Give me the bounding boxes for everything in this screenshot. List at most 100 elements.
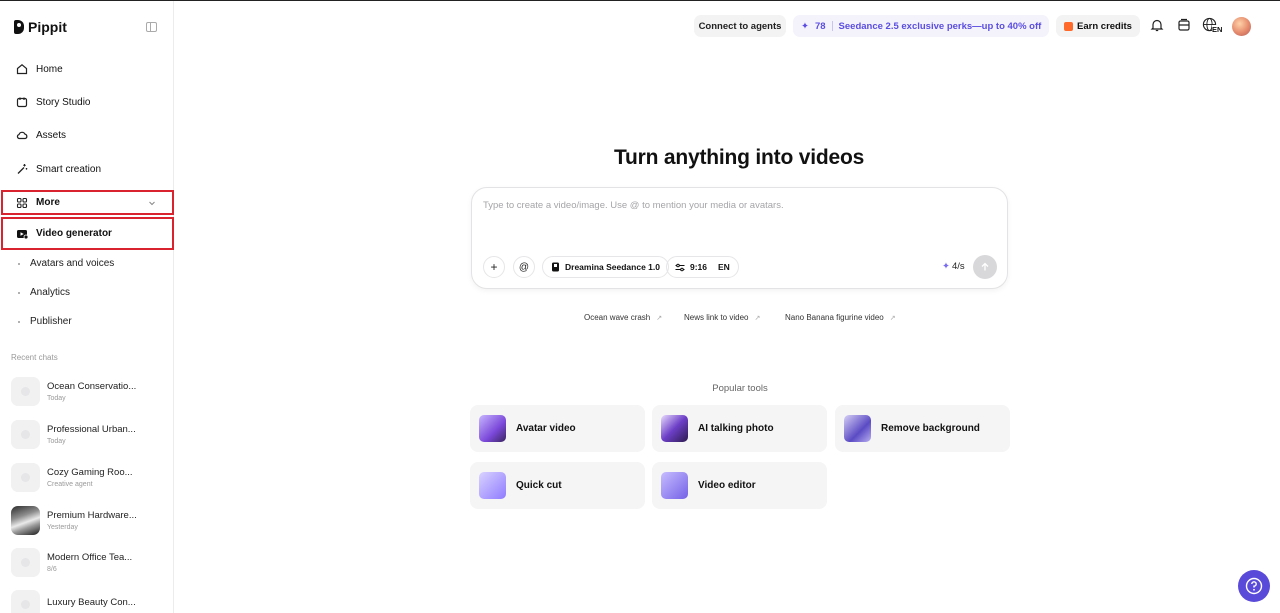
tool-label: Remove background <box>881 423 980 434</box>
chat-title: Professional Urban... <box>47 423 136 435</box>
sparkle-icon: ✦ <box>801 20 809 32</box>
bell-icon[interactable] <box>1149 17 1165 33</box>
earn-credits-label: Earn credits <box>1077 20 1132 32</box>
sidebar-subitem-label: Analytics <box>30 287 71 298</box>
bullet-dot <box>18 291 20 294</box>
sidebar-item-label: Assets <box>36 129 67 141</box>
sidebar-item-label: Video generator <box>36 228 112 239</box>
sidebar-subitem-avatars[interactable]: Avatars and voices <box>18 258 114 269</box>
video-editor-thumbnail <box>661 472 688 499</box>
help-button[interactable] <box>1238 570 1270 602</box>
tool-quick-cut[interactable]: Quick cut <box>470 462 645 509</box>
chat-title: Premium Hardware... <box>47 509 137 521</box>
chat-title: Cozy Gaming Roo... <box>47 466 133 478</box>
sidebar-item-story-studio[interactable]: Story Studio <box>10 89 164 115</box>
tool-label: AI talking photo <box>698 423 774 434</box>
tool-video-editor[interactable]: Video editor <box>652 462 827 509</box>
layers-icon[interactable] <box>1176 17 1192 33</box>
suggestion-chip[interactable]: Nano Banana figurine video ↗ <box>785 313 896 322</box>
tool-avatar-video[interactable]: Avatar video <box>470 405 645 452</box>
arrow-icon: ↗ <box>754 314 761 322</box>
promo-banner[interactable]: ✦ 78 Seedance 2.5 exclusive perks—up to … <box>793 15 1049 37</box>
chat-thumbnail <box>11 419 40 449</box>
suggestion-chip[interactable]: Ocean wave crash ↗ <box>584 313 662 322</box>
sliders-icon <box>675 263 685 271</box>
tool-label: Video editor <box>698 480 756 491</box>
recent-chat-item[interactable]: Professional Urban... Today <box>11 419 161 449</box>
chat-subtitle: 8/6 <box>47 565 57 573</box>
help-icon <box>1245 577 1263 595</box>
chat-thumbnail <box>11 589 40 613</box>
chat-title: Modern Office Tea... <box>47 551 133 563</box>
sidebar-item-assets[interactable]: Assets <box>10 122 164 148</box>
sidebar-item-label: Home <box>36 63 63 75</box>
settings-selector[interactable]: 9:16 EN <box>666 256 739 278</box>
suggestion-label: Ocean wave crash <box>584 313 651 322</box>
arrow-icon: ↗ <box>889 314 896 322</box>
sidebar-item-label: More <box>36 197 60 208</box>
recent-chat-item[interactable]: Cozy Gaming Roo... Creative agent <box>11 462 161 492</box>
model-label: Dreamina Seedance 1.0 <box>565 262 660 272</box>
grid-icon <box>16 197 28 208</box>
connect-agents-button[interactable]: Connect to agents <box>694 15 786 37</box>
mention-button[interactable]: @ <box>513 256 535 278</box>
chat-subtitle: Today <box>47 394 66 402</box>
arrow-icon: ↗ <box>656 314 663 322</box>
app-logo[interactable]: Pippit <box>14 19 67 35</box>
tool-label: Quick cut <box>516 480 562 491</box>
suggestion-chip[interactable]: News link to video ↗ <box>684 313 760 322</box>
arrow-up-icon <box>981 262 989 271</box>
magic-wand-icon <box>17 164 28 174</box>
popular-tools-heading: Popular tools <box>712 383 768 394</box>
sidebar-item-more[interactable]: More <box>1 190 174 215</box>
tool-label: Avatar video <box>516 423 576 434</box>
plus-icon: + <box>490 260 498 274</box>
recent-chat-item[interactable]: Luxury Beauty Con... <box>11 589 161 613</box>
user-avatar[interactable] <box>1232 17 1251 36</box>
sidebar-item-smart-creation[interactable]: Smart creation <box>10 156 164 182</box>
suggestion-label: Nano Banana figurine video <box>785 313 884 322</box>
recent-chat-item[interactable]: Modern Office Tea... 8/6 <box>11 547 161 577</box>
sidebar-subitem-label: Avatars and voices <box>30 258 115 269</box>
prompt-input[interactable] <box>483 200 983 211</box>
recent-chat-item[interactable]: Ocean Conservatio... Today <box>11 376 161 406</box>
sidebar-item-home[interactable]: Home <box>10 56 164 82</box>
app-name: Pippit <box>28 19 67 35</box>
pippit-logo-icon <box>14 20 24 34</box>
chat-subtitle: Creative agent <box>47 480 93 488</box>
page-title: Turn anything into videos <box>613 146 865 169</box>
send-button[interactable] <box>973 255 997 279</box>
language-label: EN <box>718 262 730 272</box>
language-selector[interactable]: EN <box>1202 16 1224 36</box>
sidebar-item-label: Story Studio <box>36 96 91 108</box>
chat-thumbnail <box>11 462 40 492</box>
home-icon <box>16 64 28 75</box>
model-selector[interactable]: Dreamina Seedance 1.0 <box>542 256 669 278</box>
tool-ai-talking-photo[interactable]: AI talking photo <box>652 405 827 452</box>
credit-rate-value: 4/s <box>951 261 965 272</box>
recent-chats-heading: Recent chats <box>11 353 58 362</box>
connect-agents-label: Connect to agents <box>698 20 782 32</box>
sidebar: Pippit Home Story Studio Assets Smart cr… <box>0 1 174 613</box>
language-code: EN <box>1212 25 1223 34</box>
suggestion-label: News link to video <box>684 313 749 322</box>
chat-subtitle: Yesterday <box>47 523 78 531</box>
sidebar-item-video-generator[interactable]: Video generator <box>1 217 174 250</box>
prompt-box: + @ Dreamina Seedance 1.0 9:16 EN ✦4/s <box>471 187 1008 289</box>
sidebar-collapse-icon[interactable] <box>146 22 157 32</box>
sparkle-icon: ✦ <box>942 261 950 272</box>
divider <box>831 21 833 31</box>
ratio-label: 9:16 <box>690 262 708 272</box>
remove-background-thumbnail <box>844 415 871 442</box>
tool-remove-background[interactable]: Remove background <box>835 405 1010 452</box>
earn-credits-button[interactable]: Earn credits <box>1056 15 1140 37</box>
talking-photo-thumbnail <box>661 415 688 442</box>
sidebar-subitem-analytics[interactable]: Analytics <box>18 287 70 298</box>
chat-thumbnail <box>11 376 40 406</box>
bullet-dot <box>18 320 20 323</box>
recent-chat-item[interactable]: Premium Hardware... Yesterday <box>11 505 161 535</box>
sidebar-subitem-publisher[interactable]: Publisher <box>18 316 72 327</box>
add-attachment-button[interactable]: + <box>483 256 505 278</box>
story-icon <box>16 97 28 108</box>
chevron-down-icon <box>149 201 155 206</box>
